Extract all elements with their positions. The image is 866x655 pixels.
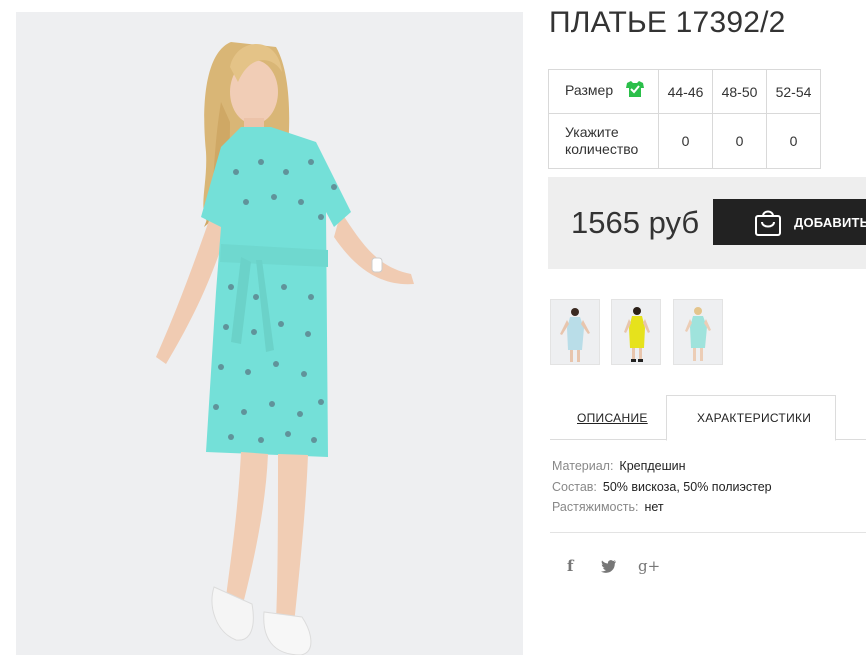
- shopping-bag-icon: [754, 207, 782, 242]
- twitter-icon[interactable]: [601, 559, 617, 577]
- product-price: 1565 руб: [571, 205, 700, 240]
- characteristics-divider: [550, 532, 866, 533]
- add-to-cart-button[interactable]: ДОБАВИТЬ: [713, 199, 866, 245]
- char-value: 50% вискоза, 50% полиэстер: [602, 480, 772, 494]
- qty-label: Укажите количество: [548, 113, 659, 169]
- size-option-48-50: 48-50: [712, 69, 767, 114]
- shirt-check-icon[interactable]: [625, 80, 645, 101]
- char-row-composition: Состав: 50% вискоза, 50% полиэстер: [552, 480, 772, 494]
- size-label: Размер: [565, 82, 614, 99]
- facebook-icon[interactable]: f: [567, 557, 573, 575]
- product-title: ПЛАТЬЕ 17392/2: [549, 6, 786, 39]
- qty-input-44-46[interactable]: 0: [658, 113, 713, 169]
- char-value: Крепдешин: [619, 459, 686, 473]
- google-plus-icon[interactable]: g+: [638, 557, 660, 575]
- size-option-44-46: 44-46: [658, 69, 713, 114]
- char-key: Материал:: [552, 459, 614, 473]
- product-main-image[interactable]: [16, 12, 523, 655]
- qty-input-48-50[interactable]: 0: [712, 113, 767, 169]
- char-key: Состав:: [552, 480, 597, 494]
- char-row-stretch: Растяжимость: нет: [552, 500, 664, 514]
- size-table: Размер 44-46 48-50 52-54 Укажите количес…: [548, 69, 821, 169]
- char-key: Растяжимость:: [552, 500, 639, 514]
- tab-characteristics[interactable]: ХАРАКТЕРИСТИКИ: [697, 411, 811, 425]
- thumb-dress-yellow[interactable]: [611, 299, 661, 365]
- tab-description[interactable]: ОПИСАНИЕ: [577, 411, 648, 425]
- char-row-material: Материал: Крепдешин: [552, 459, 686, 473]
- qty-input-52-54[interactable]: 0: [766, 113, 821, 169]
- add-to-cart-label: ДОБАВИТЬ: [794, 215, 866, 230]
- thumb-dress-mint[interactable]: [673, 299, 723, 365]
- thumb-dress-blue[interactable]: [550, 299, 600, 365]
- price-box: 1565 руб ДОБАВИТЬ: [548, 177, 866, 269]
- size-option-52-54: 52-54: [766, 69, 821, 114]
- char-value: нет: [644, 500, 664, 514]
- size-label-cell: Размер: [548, 69, 659, 114]
